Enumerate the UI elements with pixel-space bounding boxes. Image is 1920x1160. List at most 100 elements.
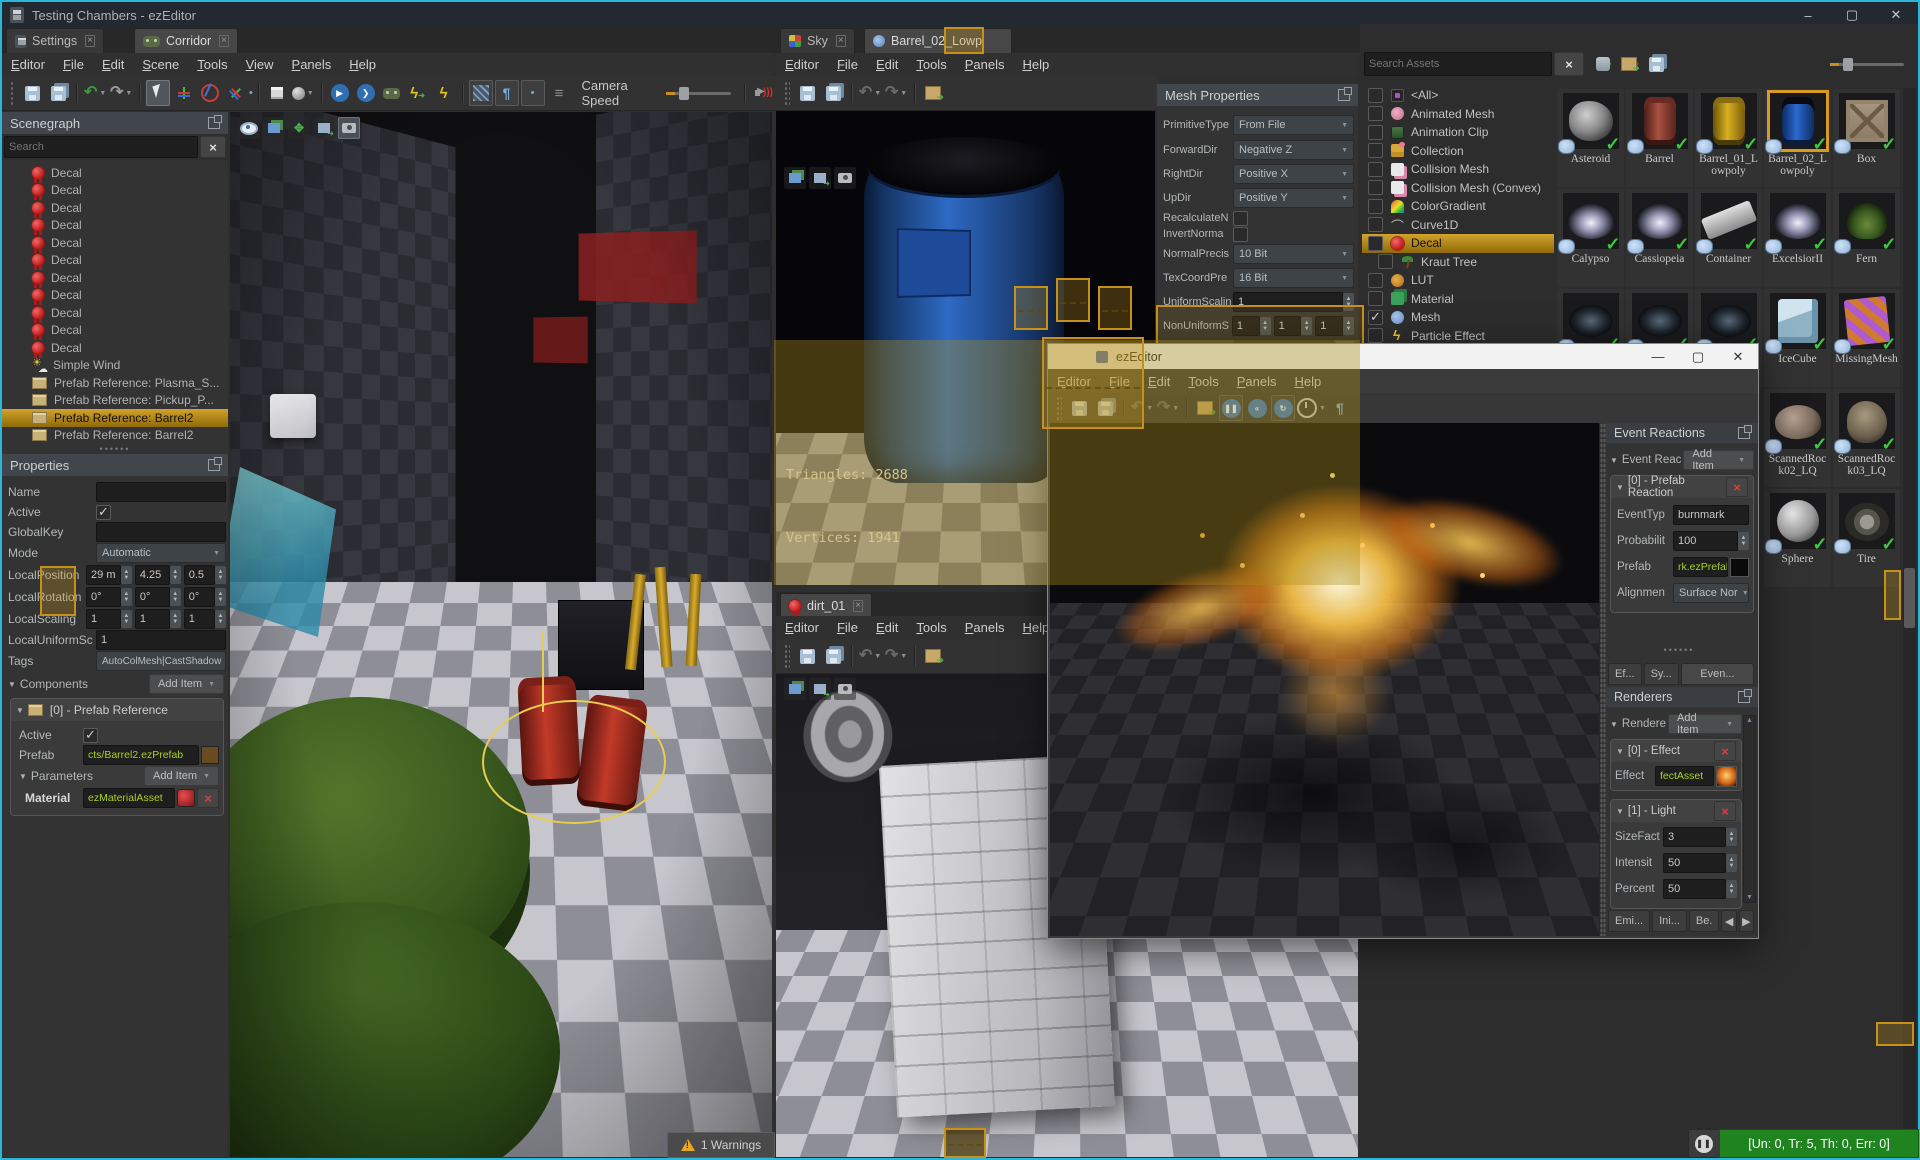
menu-view[interactable]: View [237,57,283,72]
tab-emitter[interactable]: Emi... [1608,910,1650,932]
add-renderer-button[interactable]: Add Item [1668,714,1742,734]
globalkey-field[interactable] [96,522,226,542]
menu-panels[interactable]: Panels [1228,374,1286,389]
scroll-left-icon[interactable]: ◀ [1721,910,1736,932]
tab-initializer[interactable]: Ini... [1652,910,1687,932]
loop-effect-button[interactable]: ↻ [1271,395,1295,421]
toolbar-drag-handle[interactable] [784,81,790,105]
transform-all-button[interactable]: ↻ [1592,51,1616,77]
run-button[interactable]: ϟ [432,80,456,106]
renderers-header[interactable]: Renderers [1606,687,1758,707]
spinner[interactable] [215,610,226,628]
camera-speed-slider[interactable] [666,92,731,95]
effect-preview-button[interactable] [1716,766,1737,787]
tab-close-icon[interactable] [85,35,95,47]
scenegraph-item-decal[interactable]: Decal [2,287,228,305]
remove-parameter-button[interactable] [197,788,219,808]
particle-preview-viewport[interactable] [1050,423,1599,936]
light-header[interactable]: [1] - Light [1611,800,1741,822]
scenegraph-item-decal[interactable]: Decal [2,182,228,200]
spinner[interactable] [121,610,132,628]
asset-tile[interactable]: ExcelsiorII [1764,189,1831,287]
scaling-x-field[interactable]: 1 [86,609,121,629]
material-asset-field[interactable]: ezMaterialAsset [83,788,175,808]
maximize-button[interactable]: ▢ [1678,349,1718,365]
tree-item-curve1d[interactable]: Curve1D [1362,216,1554,235]
scenegraph-item-simple-wind[interactable]: Simple Wind [2,357,228,375]
float-panel-icon[interactable] [1738,427,1750,439]
uniform-scaling-field[interactable]: 1 [96,630,226,650]
forwarddir-dropdown[interactable]: Negative Z [1233,140,1354,160]
collapse-icon[interactable] [1610,720,1618,729]
menu-tools[interactable]: Tools [907,57,955,72]
menu-panels[interactable]: Panels [283,57,341,72]
show-pivot-toggle[interactable]: ¶ [495,80,519,106]
sphere-shape-button[interactable]: ▼ [291,80,315,106]
show-pivot-button[interactable]: ¶ [1328,395,1352,421]
spinner[interactable] [1738,532,1749,550]
float-panel-icon[interactable] [208,117,220,129]
asset-tile[interactable]: Cassiopeia [1626,189,1693,287]
tree-item-material[interactable]: Material [1362,290,1554,309]
slider-handle[interactable] [679,87,689,100]
texcoordprecision-dropdown[interactable]: 16 Bit [1233,268,1354,288]
scale-tool-button[interactable] [224,80,248,106]
menu-panels[interactable]: Panels [956,57,1014,72]
spinner[interactable] [121,588,132,606]
view-layout-button[interactable] [784,167,806,189]
asset-tile[interactable]: Calypso [1557,189,1624,287]
redo-button[interactable]: ↷ ▼ [1156,395,1180,421]
eventtype-field[interactable]: burnmark [1673,505,1749,525]
remove-renderer-button[interactable] [1714,801,1736,821]
event-reactions-header[interactable]: Event Reactions [1606,423,1758,443]
active-checkbox[interactable] [96,505,111,520]
tree-item-all[interactable]: <All> [1362,86,1554,105]
scenegraph-item-decal[interactable]: Decal [2,339,228,357]
screenshot-button[interactable] [834,678,856,700]
menu-edit[interactable]: Edit [93,57,133,72]
search-clear-button[interactable] [1554,52,1584,76]
position-x-field[interactable]: 29 m [86,565,121,585]
asset-export-button[interactable] [921,80,945,106]
scene-viewport[interactable]: ✥ [230,112,772,1157]
rightdir-dropdown[interactable]: Positive X [1233,164,1354,184]
tab-behavior[interactable]: Be. [1689,910,1720,932]
scenegraph-item-decal[interactable]: Decal [2,234,228,252]
menu-edit[interactable]: Edit [867,57,907,72]
spinner[interactable] [1726,828,1737,846]
menu-tools[interactable]: Tools [188,57,236,72]
properties-header[interactable]: Properties [2,454,228,476]
panel-splitter[interactable]: •••••• [1600,645,1758,655]
menu-tools[interactable]: Tools [907,620,955,635]
rotation-x-field[interactable]: 0° [86,587,121,607]
collapse-icon[interactable] [1610,456,1618,465]
thumbnail-scrollbar[interactable] [1903,88,1916,1157]
asset-search-input[interactable] [1364,52,1552,76]
scaling-y-field[interactable]: 1 [135,609,170,629]
menu-editor[interactable]: Editor [776,620,828,635]
effect-header[interactable]: [0] - Effect [1611,740,1741,762]
menu-editor[interactable]: Editor [2,57,54,72]
rotation-y-field[interactable]: 0° [135,587,170,607]
save-all-button[interactable] [821,643,845,669]
tab-settings[interactable]: Settings [6,28,104,53]
layers-button[interactable]: ≡ [547,80,571,106]
collapse-icon[interactable] [1616,747,1624,756]
asset-tile[interactable]: ScannedRock03_LQ [1833,389,1900,487]
asset-tile[interactable]: Box [1833,89,1900,187]
float-window-titlebar[interactable]: ezEditor — ▢ ✕ [1048,344,1758,369]
primitivetype-dropdown[interactable]: From File [1233,115,1354,135]
grid-toggle[interactable]: • [521,80,545,106]
prefab-asset-field[interactable]: rk.ezPrefab [1673,557,1728,577]
export-assets-button[interactable]: ➜ [1618,51,1642,77]
select-tool-button[interactable] [146,80,170,106]
tab-event-reactions[interactable]: Even... [1681,663,1754,685]
asset-tile[interactable]: Fern [1833,189,1900,287]
asset-tile[interactable]: ScannedRock02_LQ [1764,389,1831,487]
scenegraph-item-decal[interactable]: Decal [2,252,228,270]
menu-tools[interactable]: Tools [1179,374,1227,389]
spinner[interactable] [1726,854,1737,872]
mute-sound-button[interactable]: ))) [751,80,775,106]
tab-close-icon[interactable] [853,600,863,612]
minimize-button[interactable]: — [1638,349,1678,365]
